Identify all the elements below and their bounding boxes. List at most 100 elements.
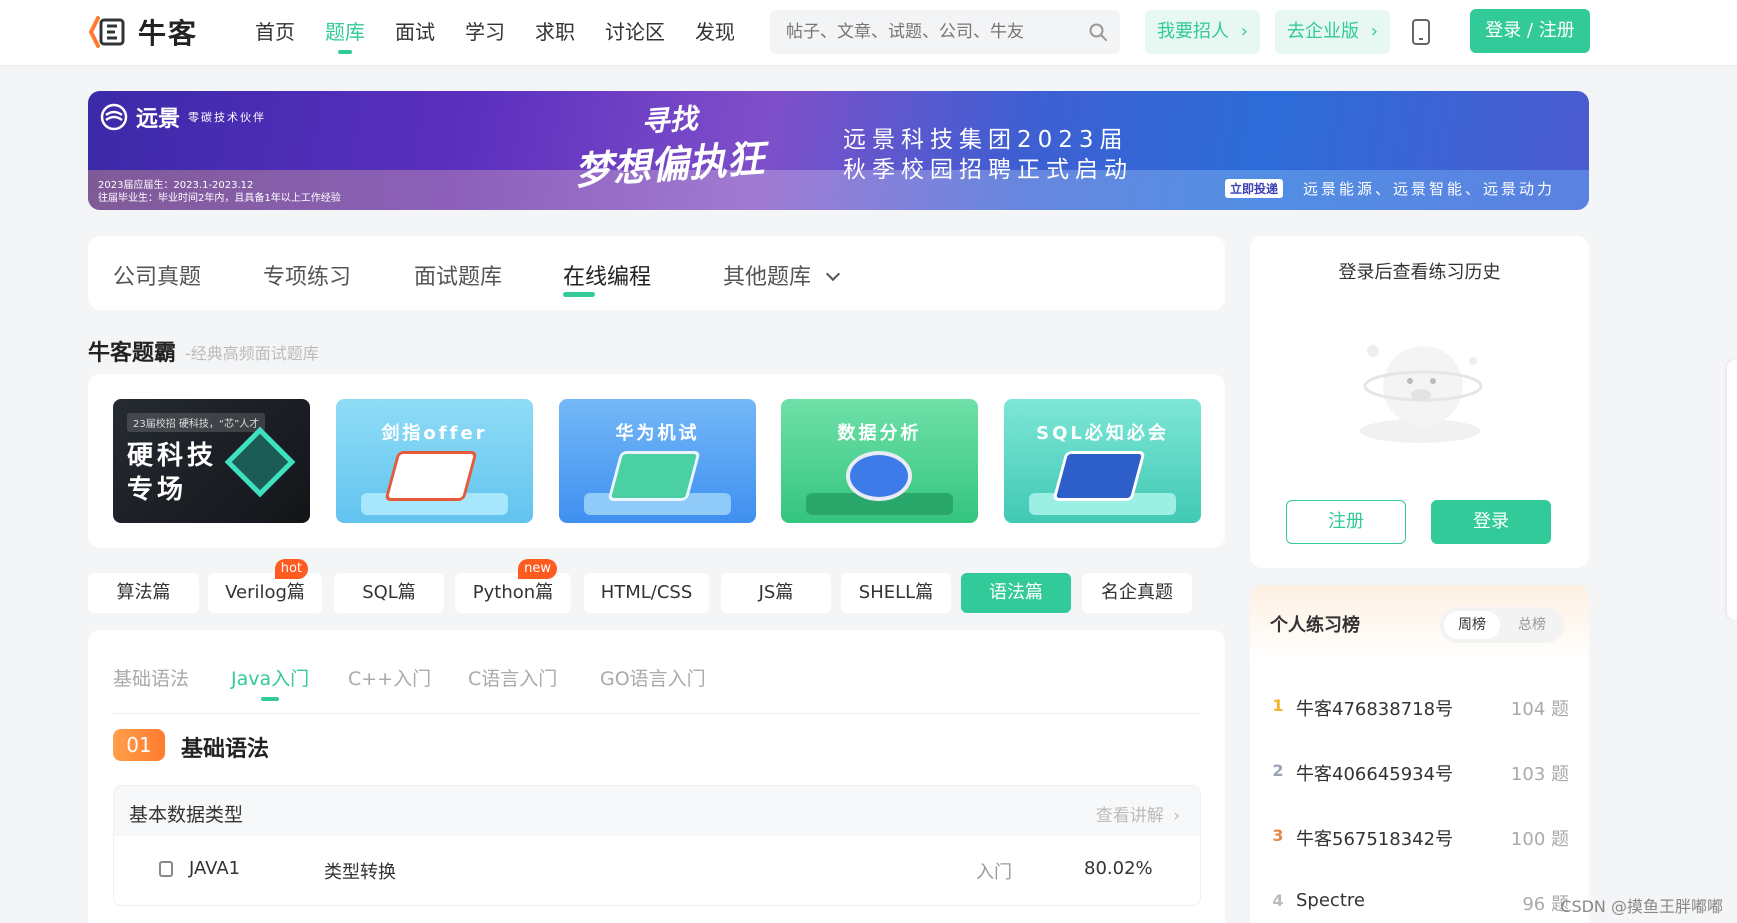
banner-brand-name: 远景 — [136, 107, 181, 132]
lang-shell[interactable]: SHELL篇 — [841, 573, 951, 613]
question-id: JAVA1 — [189, 858, 241, 879]
banner-title: 远景科技集团2023届 秋季校园招聘正式启动 — [843, 125, 1133, 185]
hardtech-badge: 23届校招 硬科技，“芯”人才 — [127, 413, 266, 432]
ranking-user-name[interactable]: Spectre — [1296, 890, 1365, 911]
nav-home[interactable]: 首页 — [255, 0, 295, 64]
tab-other-banks[interactable]: 其他题库 — [723, 259, 841, 291]
tab-online-coding-label: 在线编程 — [563, 265, 652, 290]
logo-icon — [88, 16, 125, 48]
pie-chart-icon — [846, 451, 912, 501]
ranking-row[interactable]: 1 牛客476838718号 104 题 — [1270, 687, 1569, 727]
hardtech-title-line2: 专场 — [127, 475, 188, 505]
book-icon — [384, 451, 478, 501]
mobile-app-icon[interactable] — [1410, 18, 1432, 46]
question-name[interactable]: 类型转换 — [324, 858, 396, 884]
ranking-title: 个人练习榜 — [1270, 615, 1360, 636]
tab-weekly[interactable]: 周榜 — [1444, 611, 1500, 639]
lang-sql[interactable]: SQL篇 — [334, 573, 444, 613]
enterprise-button[interactable]: 去企业版 › — [1275, 10, 1390, 54]
ranking-user-name[interactable]: 牛客476838718号 — [1296, 695, 1453, 721]
gold-medal-icon: 1 — [1272, 696, 1284, 715]
subtab-cpp-intro[interactable]: C++入门 — [348, 664, 431, 691]
banner-dates-line2: 往届毕业生：毕业时间2年内，且具备1年以上工作经验 — [98, 193, 341, 204]
practice-ranking-card: 个人练习榜 周榜 总榜 1 牛客476838718号 104 题 2 牛客406… — [1250, 585, 1589, 923]
banner-brand: 远景 零碳技术伙伴 — [100, 101, 266, 133]
search-icon[interactable] — [1088, 22, 1108, 42]
bronze-medal-icon: 3 — [1272, 826, 1284, 845]
envision-logo-icon — [100, 103, 128, 131]
feature-card-data-analysis[interactable]: 数据分析 — [781, 399, 978, 523]
floating-side-panel[interactable] — [1727, 360, 1737, 620]
question-pass-rate: 80.02% — [1084, 858, 1153, 879]
ranking-row[interactable]: 4 Spectre 96 题 — [1270, 882, 1569, 922]
active-tab-indicator — [563, 292, 595, 297]
nowcoder-logo[interactable]: 牛客 — [88, 12, 198, 52]
nav-question-bank[interactable]: 题库 — [325, 0, 365, 64]
ranking-count: 104 题 — [1510, 699, 1569, 720]
recruitment-banner[interactable]: 远景 零碳技术伙伴 2023届应届生：2023.1-2023.12 往届毕业生：… — [88, 91, 1589, 210]
login-register-button[interactable]: 登录 / 注册 — [1470, 9, 1590, 53]
group-title: 基本数据类型 — [129, 804, 244, 826]
book-icon — [1052, 451, 1146, 501]
lang-verilog[interactable]: Verilog篇 hot — [208, 559, 322, 613]
silver-medal-icon: 2 — [1272, 761, 1284, 780]
lang-html-css[interactable]: HTML/CSS — [584, 573, 709, 613]
table-group-header: 基本数据类型 查看讲解 › — [114, 786, 1200, 836]
lang-company-real[interactable]: 名企真题 — [1082, 573, 1192, 613]
lang-js[interactable]: JS篇 — [721, 573, 831, 613]
question-table: 基本数据类型 查看讲解 › JAVA1 类型转换 入门 80.02% — [113, 785, 1201, 906]
feature-card-huawei[interactable]: 华为机试 — [559, 399, 756, 523]
feature-card-hardtech[interactable]: 23届校招 硬科技，“芯”人才 硬科技 专场 — [113, 399, 310, 523]
nav-learn[interactable]: 学习 — [465, 0, 505, 64]
tab-total[interactable]: 总榜 — [1504, 611, 1560, 639]
recruit-label: 我要招人 — [1157, 21, 1229, 42]
subtab-basic-syntax[interactable]: 基础语法 — [113, 664, 189, 691]
new-badge: new — [518, 559, 557, 579]
feature-title: 华为机试 — [615, 423, 700, 444]
ranking-user-name[interactable]: 牛客567518342号 — [1296, 825, 1453, 851]
subtab-c-intro[interactable]: C语言入门 — [468, 664, 557, 691]
main-nav: 首页 题库 面试 学习 求职 讨论区 发现 — [255, 0, 765, 64]
lang-syntax[interactable]: 语法篇 — [961, 573, 1071, 613]
rank-number: 4 — [1272, 891, 1284, 910]
section-number-badge: 01 — [113, 729, 165, 761]
register-button[interactable]: 注册 — [1286, 500, 1406, 544]
table-row[interactable]: JAVA1 类型转换 入门 80.02% — [114, 836, 1200, 905]
tab-interview-bank[interactable]: 面试题库 — [414, 259, 502, 291]
ranking-row[interactable]: 2 牛客406645934号 103 题 — [1270, 752, 1569, 792]
banner-slogan: 寻找 梦想偏执狂 — [570, 92, 766, 194]
view-explanation-link[interactable]: 查看讲解 › — [1096, 801, 1180, 826]
nav-interview[interactable]: 面试 — [395, 0, 435, 64]
section-heading: 基础语法 — [181, 737, 270, 762]
feature-card-sql[interactable]: SQL必知必会 — [1004, 399, 1201, 523]
search-box — [770, 10, 1120, 54]
nav-jobs[interactable]: 求职 — [535, 0, 575, 64]
ranking-user-name[interactable]: 牛客406645934号 — [1296, 760, 1453, 786]
featured-card-row: 23届校招 硬科技，“芯”人才 硬科技 专场 剑指offer 华为机试 数据分析… — [88, 374, 1225, 548]
banner-brand-sub: 零碳技术伙伴 — [188, 111, 267, 124]
top-header: 牛客 首页 题库 面试 学习 求职 讨论区 发现 我要招人 › 去企业版 › 登… — [0, 0, 1737, 66]
enterprise-label: 去企业版 — [1287, 21, 1359, 42]
subtab-java-intro[interactable]: Java入门 — [231, 664, 309, 701]
nav-discuss[interactable]: 讨论区 — [605, 0, 665, 64]
banner-slogan-main: 梦想偏执狂 — [573, 136, 766, 194]
recruit-button[interactable]: 我要招人 › — [1145, 10, 1260, 54]
tab-special-practice[interactable]: 专项练习 — [263, 259, 351, 291]
lang-algorithm[interactable]: 算法篇 — [88, 573, 199, 613]
subtab-go-intro[interactable]: GO语言入门 — [600, 664, 706, 691]
search-input[interactable] — [770, 10, 1070, 54]
login-button[interactable]: 登录 — [1431, 500, 1551, 544]
ranking-count: 103 题 — [1510, 764, 1569, 785]
feature-title: 数据分析 — [837, 423, 922, 444]
section-title: 牛客题霸 — [88, 341, 177, 366]
ranking-row[interactable]: 3 牛客567518342号 100 题 — [1270, 817, 1569, 857]
divider — [113, 713, 1201, 714]
lang-python[interactable]: Python篇 new — [455, 559, 571, 613]
feature-card-jianzhi-offer[interactable]: 剑指offer — [336, 399, 533, 523]
tab-online-coding[interactable]: 在线编程 — [563, 259, 652, 297]
lang-python-label: Python篇 — [472, 582, 554, 603]
tab-company-questions[interactable]: 公司真题 — [113, 259, 201, 291]
nav-discover[interactable]: 发现 — [695, 0, 735, 64]
watermark: CSDN @摸鱼王胖嘟嘟 — [1560, 897, 1723, 916]
banner-apply-button[interactable]: 立即投递 — [1225, 179, 1284, 198]
